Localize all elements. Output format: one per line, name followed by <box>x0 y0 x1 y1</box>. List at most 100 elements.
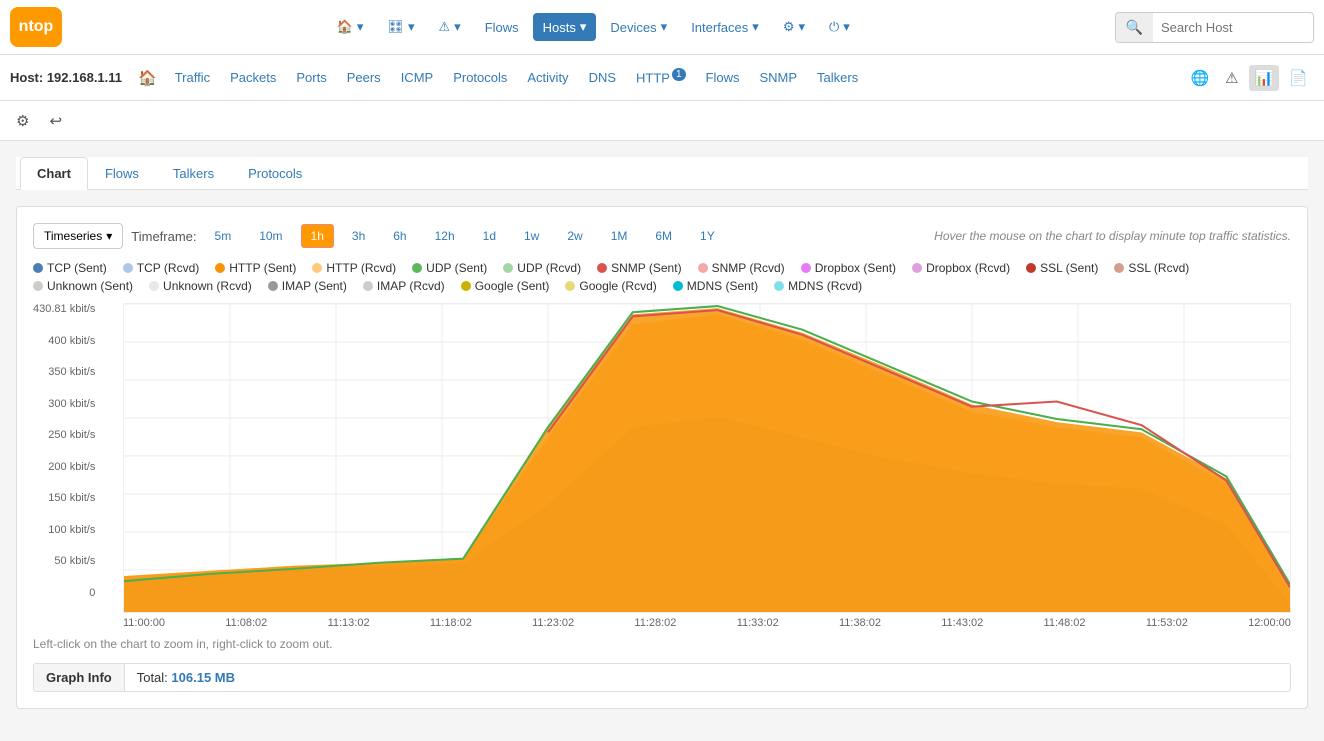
chart-icon[interactable]: 📊 <box>1249 65 1280 91</box>
hostbar-activity[interactable]: Activity <box>519 66 576 89</box>
tf-1y[interactable]: 1Y <box>690 224 725 248</box>
timeseries-dropdown[interactable]: Timeseries ▾ <box>33 223 123 249</box>
hostbar-snmp[interactable]: SNMP <box>751 66 805 89</box>
legend-item: Dropbox (Sent) <box>801 261 896 275</box>
tf-1w[interactable]: 1w <box>514 224 549 248</box>
legend-dot <box>412 263 422 273</box>
tf-6h[interactable]: 6h <box>383 224 416 248</box>
graph-info-total-value: 106.15 MB <box>171 670 235 685</box>
legend-item: HTTP (Rcvd) <box>312 261 396 275</box>
legend-item: SNMP (Sent) <box>597 261 681 275</box>
nav-dashboard[interactable]: 🎛 ▾ <box>377 13 424 41</box>
chart-svg[interactable] <box>123 303 1291 613</box>
legend-item: Unknown (Rcvd) <box>149 279 252 293</box>
y-axis-label: 350 kbit/s <box>48 366 95 378</box>
dashboard-chevron: ▾ <box>408 19 415 35</box>
tf-1h[interactable]: 1h <box>301 224 334 248</box>
legend-label: TCP (Sent) <box>47 261 107 275</box>
hostbar-ports[interactable]: Ports <box>288 66 334 89</box>
legend-dot <box>149 281 159 291</box>
graph-info-label: Graph Info <box>34 664 125 691</box>
legend-dot <box>123 263 133 273</box>
y-axis-label: 150 kbit/s <box>48 492 95 504</box>
nav-home[interactable]: 🏠 ▾ <box>327 13 374 41</box>
search-input[interactable] <box>1153 14 1313 41</box>
devices-chevron: ▾ <box>661 19 668 35</box>
nav-hosts[interactable]: Hosts ▾ <box>533 13 597 41</box>
warning-icon[interactable]: ⚠ <box>1219 65 1244 91</box>
legend-item: MDNS (Rcvd) <box>774 279 862 293</box>
x-axis-label: 11:28:02 <box>634 617 676 629</box>
tf-10m[interactable]: 10m <box>249 224 292 248</box>
legend-label: IMAP (Sent) <box>282 279 347 293</box>
graph-info-value: Total: 106.15 MB <box>125 664 247 691</box>
legend-item: SNMP (Rcvd) <box>698 261 785 275</box>
legend-dot <box>801 263 811 273</box>
tf-5m[interactable]: 5m <box>205 224 242 248</box>
tf-1d[interactable]: 1d <box>473 224 506 248</box>
legend-dot <box>33 281 43 291</box>
x-axis-label: 11:13:02 <box>328 617 370 629</box>
legend-label: Dropbox (Rcvd) <box>926 261 1010 275</box>
hostbar-http[interactable]: HTTP1 <box>628 65 694 89</box>
hostbar-dns[interactable]: DNS <box>581 66 624 89</box>
nav-settings[interactable]: ⚙ ▾ <box>773 13 815 41</box>
legend-dot <box>673 281 683 291</box>
legend-label: Google (Sent) <box>475 279 550 293</box>
back-button[interactable]: ↩ <box>43 108 68 134</box>
hostbar-traffic[interactable]: Traffic <box>167 66 218 89</box>
tf-12h[interactable]: 12h <box>425 224 465 248</box>
legend-item: TCP (Rcvd) <box>123 261 199 275</box>
graph-info-bar: Graph Info Total: 106.15 MB <box>33 663 1291 692</box>
settings-chevron: ▾ <box>798 19 805 35</box>
top-nav: ntop 🏠 ▾ 🎛 ▾ ⚠ ▾ Flows Hosts ▾ Devices ▾… <box>0 0 1324 55</box>
host-home-icon[interactable]: 🏠 <box>132 65 163 91</box>
hostbar-packets[interactable]: Packets <box>222 66 284 89</box>
legend-label: UDP (Rcvd) <box>517 261 581 275</box>
chart-controls: Timeseries ▾ Timeframe: 5m 10m 1h 3h 6h … <box>33 223 1291 249</box>
y-axis-label: 200 kbit/s <box>48 461 95 473</box>
legend-dot <box>33 263 43 273</box>
tab-chart[interactable]: Chart <box>20 157 88 190</box>
tf-2w[interactable]: 2w <box>557 224 592 248</box>
legend-dot <box>565 281 575 291</box>
tf-3h[interactable]: 3h <box>342 224 375 248</box>
document-icon[interactable]: 📄 <box>1283 65 1314 91</box>
hostbar-peers[interactable]: Peers <box>339 66 389 89</box>
search-button[interactable]: 🔍 <box>1116 13 1153 42</box>
nav-alerts[interactable]: ⚠ ▾ <box>429 13 471 41</box>
x-axis-label: 11:43:02 <box>941 617 983 629</box>
x-axis-label: 11:33:02 <box>737 617 779 629</box>
legend-dot <box>698 263 708 273</box>
tab-flows[interactable]: Flows <box>88 157 156 190</box>
tf-6m[interactable]: 6M <box>645 224 682 248</box>
hosts-label: Hosts <box>543 20 576 35</box>
hostbar-icmp[interactable]: ICMP <box>393 66 442 89</box>
legend-label: UDP (Sent) <box>426 261 487 275</box>
x-axis-label: 11:48:02 <box>1044 617 1086 629</box>
globe-icon[interactable]: 🌐 <box>1184 65 1215 91</box>
nav-power[interactable]: ⏻ ▾ <box>819 13 860 41</box>
tab-talkers[interactable]: Talkers <box>156 157 231 190</box>
host-label: Host: 192.168.1.11 <box>10 70 122 85</box>
tf-1m[interactable]: 1M <box>601 224 638 248</box>
nav-devices[interactable]: Devices ▾ <box>600 13 677 41</box>
nav-interfaces[interactable]: Interfaces ▾ <box>681 13 769 41</box>
logo: ntop <box>10 7 62 47</box>
main-content: Chart Flows Talkers Protocols Timeseries… <box>0 141 1324 725</box>
timeseries-label: Timeseries <box>44 229 102 243</box>
hostbar-protocols[interactable]: Protocols <box>445 66 515 89</box>
hostbar-flows[interactable]: Flows <box>698 66 748 89</box>
alerts-chevron: ▾ <box>454 19 461 35</box>
legend-label: SNMP (Sent) <box>611 261 681 275</box>
tab-protocols[interactable]: Protocols <box>231 157 319 190</box>
gear-button[interactable]: ⚙ <box>10 108 35 134</box>
search-bar: 🔍 <box>1115 12 1314 43</box>
legend-item: HTTP (Sent) <box>215 261 296 275</box>
y-axis-label: 250 kbit/s <box>48 429 95 441</box>
legend-dot <box>312 263 322 273</box>
flows-label: Flows <box>485 20 519 35</box>
hostbar-talkers[interactable]: Talkers <box>809 66 866 89</box>
x-axis: 11:00:0011:08:0211:13:0211:18:0211:23:02… <box>123 617 1291 629</box>
nav-flows[interactable]: Flows <box>475 14 529 41</box>
